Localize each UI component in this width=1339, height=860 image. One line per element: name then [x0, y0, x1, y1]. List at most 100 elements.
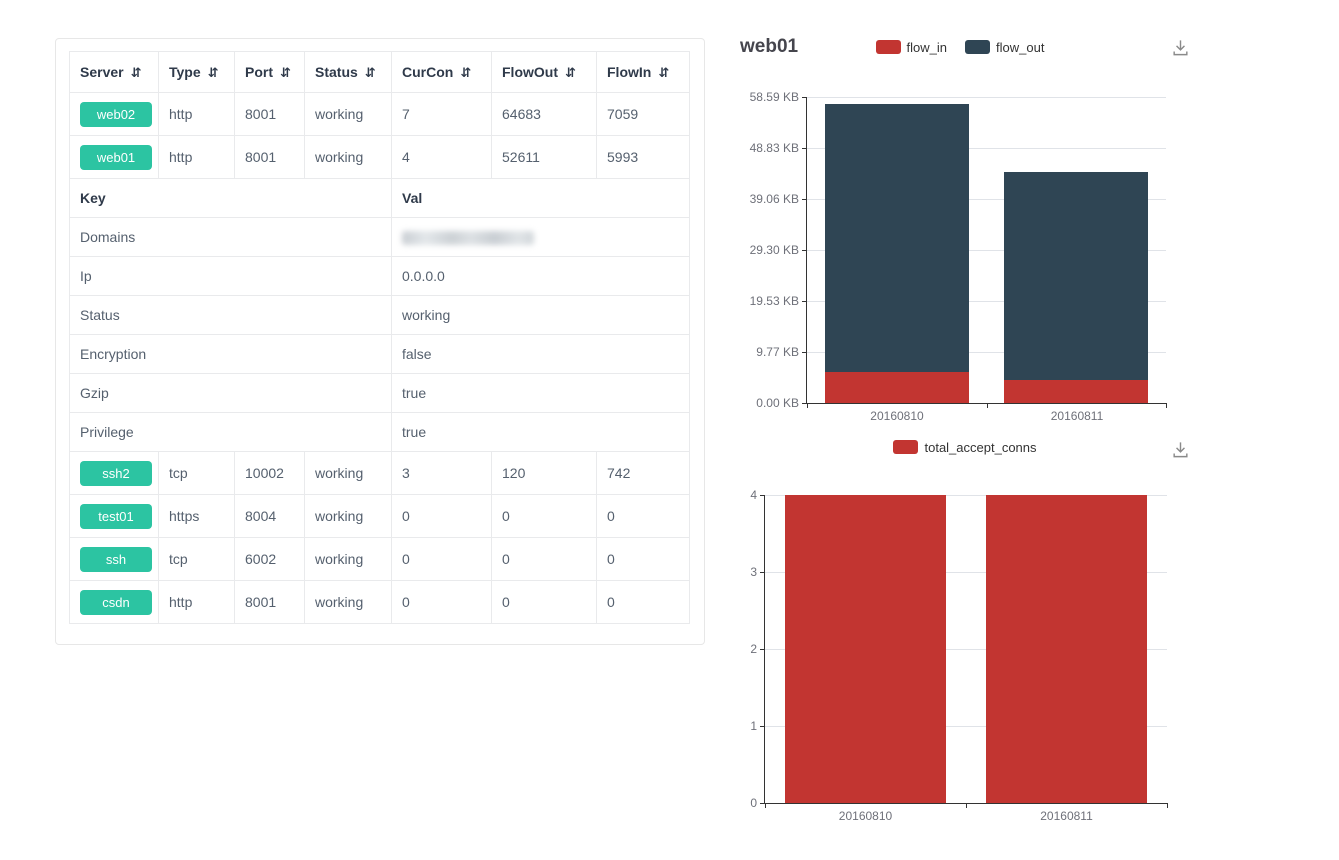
x-tick-label: 20160811: [987, 409, 1167, 423]
column-header-flowout[interactable]: FlowOut⇵: [492, 52, 597, 93]
legend-item-flow_out[interactable]: flow_out: [965, 40, 1044, 55]
x-axis-tick: [765, 803, 766, 808]
bar-flow_out-20160810: [825, 104, 969, 372]
server-button-ssh[interactable]: ssh: [80, 547, 152, 572]
cell-text: working: [315, 594, 363, 610]
kv-row-privilege: Privilege true: [70, 413, 690, 452]
gridline: [807, 199, 1166, 200]
kv-key-label: Gzip: [80, 385, 109, 401]
cell-curcon: 0: [392, 538, 492, 581]
y-axis-tick: [802, 403, 807, 404]
cell-name: csdn: [70, 581, 159, 624]
cell-text: working: [315, 551, 363, 567]
bar-total_accept_conns-20160811: [986, 495, 1147, 803]
gridline: [807, 352, 1166, 353]
kv-val: false: [392, 335, 690, 374]
gridline: [807, 301, 1166, 302]
legend-item-total_accept_conns[interactable]: total_accept_conns: [893, 440, 1036, 455]
kv-val-text: true: [402, 424, 426, 440]
server-button-ssh2[interactable]: ssh2: [80, 461, 152, 486]
gridline: [807, 250, 1166, 251]
bar-flow_in-20160811: [1004, 380, 1148, 403]
cell-text: 5993: [607, 149, 638, 165]
column-header-status[interactable]: Status⇵: [305, 52, 392, 93]
server-button-test01[interactable]: test01: [80, 504, 152, 529]
column-header-label: Server: [80, 64, 124, 80]
kv-key: Encryption: [70, 335, 392, 374]
server-button-web01[interactable]: web01: [80, 145, 152, 170]
kv-key: Status: [70, 296, 392, 335]
column-header-type[interactable]: Type⇵: [159, 52, 235, 93]
column-header-label: Type: [169, 64, 201, 80]
cell-flowin: 0: [597, 495, 690, 538]
kv-key: Privilege: [70, 413, 392, 452]
cell-text: working: [315, 149, 363, 165]
column-header-server[interactable]: Server⇵: [70, 52, 159, 93]
x-axis-tick: [966, 803, 967, 808]
y-tick-label: 9.77 KB: [715, 345, 799, 359]
x-axis-tick: [807, 403, 808, 408]
cell-text: 0: [502, 508, 510, 524]
column-header-port[interactable]: Port⇵: [235, 52, 305, 93]
cell-text: 120: [502, 465, 525, 481]
legend-swatch: [893, 440, 918, 454]
cell-port: 8004: [235, 495, 305, 538]
x-axis-line: [764, 803, 1167, 804]
column-header-flowin[interactable]: FlowIn ⇵: [597, 52, 690, 93]
y-axis-tick: [760, 495, 765, 496]
kv-key: Domains: [70, 218, 392, 257]
cell-text: 7059: [607, 106, 638, 122]
server-button-csdn[interactable]: csdn: [80, 590, 152, 615]
y-tick-label: 48.83 KB: [715, 141, 799, 155]
download-icon[interactable]: [1171, 440, 1190, 459]
table-row-test01[interactable]: test01https8004working000: [70, 495, 690, 538]
table-row-csdn[interactable]: csdnhttp8001working000: [70, 581, 690, 624]
cell-curcon: 0: [392, 495, 492, 538]
kv-row-status: Statusworking: [70, 296, 690, 335]
table-row-ssh2[interactable]: ssh2tcp10002working3120742: [70, 452, 690, 495]
table-row-web02[interactable]: web02http8001working7646837059: [70, 93, 690, 136]
y-tick-label: 39.06 KB: [715, 192, 799, 206]
cell-curcon: 7: [392, 93, 492, 136]
cell-text: 8001: [245, 106, 276, 122]
kv-key-label: Ip: [80, 268, 92, 284]
gridline: [765, 726, 1167, 727]
sort-icon: ⇵: [658, 65, 668, 80]
column-header-label: FlowIn: [607, 64, 651, 80]
cell-flowout: 120: [492, 452, 597, 495]
server-button-web02[interactable]: web02: [80, 102, 152, 127]
kv-row-encryption: Encryption false: [70, 335, 690, 374]
cell-text: 3: [402, 465, 410, 481]
kv-key-label: Encryption: [80, 346, 146, 362]
legend-label: total_accept_conns: [924, 440, 1036, 455]
table-row-web01[interactable]: web01http8001working4526115993: [70, 136, 690, 179]
gridline: [765, 649, 1167, 650]
cell-curcon: 0: [392, 581, 492, 624]
cell-flowin: 0: [597, 538, 690, 581]
bar-flow_out-20160811: [1004, 172, 1148, 380]
table-row-ssh[interactable]: sshtcp6002working000: [70, 538, 690, 581]
download-icon[interactable]: [1171, 38, 1190, 57]
x-tick-label: 20160811: [966, 809, 1167, 823]
legend-item-flow_in[interactable]: flow_in: [876, 40, 947, 55]
cell-port: 8001: [235, 93, 305, 136]
kv-val: true: [392, 374, 690, 413]
cell-flowout: 0: [492, 538, 597, 581]
kv-key: Ip: [70, 257, 392, 296]
cell-flowin: 0: [597, 581, 690, 624]
y-axis-tick: [760, 649, 765, 650]
cell-status: working: [305, 538, 392, 581]
cell-text: 7: [402, 106, 410, 122]
y-axis-tick: [760, 726, 765, 727]
cell-type: https: [159, 495, 235, 538]
x-tick-label: 20160810: [807, 409, 987, 423]
kv-val: working: [392, 296, 690, 335]
legend-swatch: [876, 40, 901, 54]
cell-name: ssh: [70, 538, 159, 581]
kv-row-gzip: Gzip true: [70, 374, 690, 413]
y-tick-label: 58.59 KB: [715, 90, 799, 104]
header-row: Server⇵Type⇵Port⇵Status⇵CurCon⇵FlowOut⇵F…: [70, 52, 690, 93]
column-header-label: CurCon: [402, 64, 453, 80]
column-header-curcon[interactable]: CurCon⇵: [392, 52, 492, 93]
sort-icon: ⇵: [565, 65, 575, 80]
